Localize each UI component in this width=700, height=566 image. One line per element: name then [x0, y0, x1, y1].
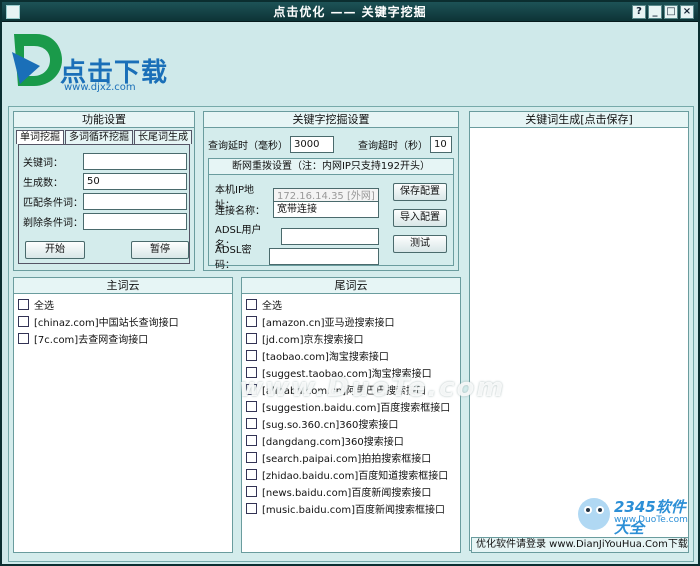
help-button[interactable]: ?	[632, 5, 646, 19]
checkbox[interactable]	[18, 316, 29, 327]
import-config-button[interactable]: 导入配置	[393, 209, 447, 227]
conn-input[interactable]: 宽带连接	[273, 201, 379, 218]
watermark-url: www.DuoTe.com	[614, 515, 688, 525]
mining-settings-panel: 关键字挖掘设置 查询延时（毫秒） 3000 查询超时（秒） 10 断网重拨设置（…	[203, 111, 459, 271]
tail-cloud-item[interactable]: [search.paipai.com]拍拍搜索框接口	[242, 449, 460, 466]
pwd-input[interactable]	[269, 247, 379, 265]
logo-d-icon	[12, 34, 62, 86]
delay-label: 查询延时（毫秒）	[208, 141, 288, 152]
mining-settings-title: 关键字挖掘设置	[204, 112, 458, 128]
checkbox[interactable]	[246, 469, 257, 480]
tail-cloud-item[interactable]: [amazon.cn]亚马逊搜索接口	[242, 313, 460, 330]
test-button[interactable]: 测试	[393, 235, 447, 253]
function-settings-panel: 功能设置 单词挖掘 多词循环挖掘 长尾词生成 关键词： 生成数： 50 匹配条件…	[13, 111, 195, 271]
tail-cloud-item[interactable]: [dangdang.com]360搜索接口	[242, 432, 460, 449]
title-bar[interactable]: 点击优化 —— 关键字挖掘 ? _ □ ×	[2, 2, 698, 22]
function-settings-title: 功能设置	[14, 112, 194, 128]
checkbox[interactable]	[18, 333, 29, 344]
match-input[interactable]	[83, 193, 187, 210]
checkbox[interactable]	[246, 435, 257, 446]
checkbox[interactable]	[246, 299, 257, 310]
tab-long-tail[interactable]: 长尾词生成	[134, 130, 192, 144]
keyword-label: 关键词：	[23, 158, 63, 169]
save-config-button[interactable]: 保存配置	[393, 183, 447, 201]
conn-row: 连接名称： 宽带连接	[215, 201, 379, 218]
count-input[interactable]: 50	[83, 173, 187, 190]
tab-content: 关键词： 生成数： 50 匹配条件词： 剃除条件词： 开始 暂停	[18, 144, 190, 264]
timeout-label: 查询超时（秒）	[358, 141, 428, 152]
checkbox[interactable]	[246, 316, 257, 327]
main-cloud-title: 主词云	[14, 278, 232, 294]
exclude-row: 剃除条件词：	[23, 213, 187, 230]
keyword-input[interactable]	[83, 153, 187, 170]
start-button[interactable]: 开始	[25, 241, 85, 259]
tail-word-cloud: 尾词云 全选 [amazon.cn]亚马逊搜索接口 [jd.com]京东搜索接口…	[241, 277, 461, 553]
keyword-row: 关键词：	[23, 153, 187, 170]
site-watermark: www.DuoTe.com	[239, 373, 506, 403]
checkbox[interactable]	[246, 333, 257, 344]
tail-cloud-item[interactable]: [taobao.com]淘宝搜索接口	[242, 347, 460, 364]
pwd-row: ADSL密码：	[215, 241, 379, 271]
keyword-result-list[interactable]: 关键词生成[点击保存]	[469, 111, 689, 551]
window-controls: ? _ □ ×	[632, 5, 694, 19]
header-banner: 点击下载 www.djxz.com	[2, 22, 698, 102]
checkbox[interactable]	[246, 452, 257, 463]
count-label: 生成数：	[23, 178, 63, 189]
checkbox[interactable]	[18, 299, 29, 310]
tail-cloud-title: 尾词云	[242, 278, 460, 294]
checkbox[interactable]	[246, 503, 257, 514]
exclude-input[interactable]	[83, 213, 187, 230]
tail-cloud-item[interactable]: [music.baidu.com]百度新闻搜索框接口	[242, 500, 460, 517]
maximize-button[interactable]: □	[664, 5, 678, 19]
count-row: 生成数： 50	[23, 173, 187, 190]
match-label: 匹配条件词：	[23, 198, 83, 209]
tail-cloud-item[interactable]: [sug.so.360.cn]360搜索接口	[242, 415, 460, 432]
checkbox[interactable]	[246, 486, 257, 497]
tab-single-word[interactable]: 单词挖掘	[16, 130, 64, 144]
function-tabs: 单词挖掘 多词循环挖掘 长尾词生成	[16, 130, 193, 144]
tail-cloud-item[interactable]: [news.baidu.com]百度新闻搜索接口	[242, 483, 460, 500]
delay-input[interactable]: 3000	[290, 136, 334, 153]
checkbox[interactable]	[246, 418, 257, 429]
exclude-label: 剃除条件词：	[23, 218, 83, 229]
app-window: 点击优化 —— 关键字挖掘 ? _ □ × 点击下载 www.djxz.com …	[0, 0, 700, 566]
tail-cloud-item[interactable]: [zhidao.baidu.com]百度知道搜索框接口	[242, 466, 460, 483]
pause-button[interactable]: 暂停	[131, 241, 189, 259]
timeout-input[interactable]: 10	[430, 136, 452, 153]
keyword-result-title[interactable]: 关键词生成[点击保存]	[470, 112, 688, 128]
logo-url: www.djxz.com	[64, 82, 136, 93]
download-link[interactable]: 优化软件请登录 www.DianJiYouHua.Com下载使	[471, 537, 689, 553]
pwd-label: ADSL密码：	[215, 245, 252, 271]
window-title: 点击优化 —— 关键字挖掘	[273, 5, 427, 19]
match-row: 匹配条件词：	[23, 193, 187, 210]
main-cloud-item[interactable]: [7c.com]去查网查询接口	[14, 330, 232, 347]
close-button[interactable]: ×	[680, 5, 694, 19]
app-icon[interactable]	[6, 5, 20, 19]
tail-cloud-item[interactable]: 全选	[242, 296, 460, 313]
delay-row: 查询延时（毫秒） 3000	[208, 136, 334, 153]
main-cloud-item[interactable]: [chinaz.com]中国站长查询接口	[14, 313, 232, 330]
tab-multi-word[interactable]: 多词循环挖掘	[65, 130, 133, 144]
checkbox[interactable]	[246, 350, 257, 361]
main-word-cloud: 主词云 全选 [chinaz.com]中国站长查询接口 [7c.com]去查网查…	[13, 277, 233, 553]
tail-cloud-item[interactable]: [jd.com]京东搜索接口	[242, 330, 460, 347]
conn-label: 连接名称：	[215, 206, 265, 217]
redial-title: 断网重拨设置（注：内网IP只支持192开头）	[209, 159, 453, 175]
minimize-button[interactable]: _	[648, 5, 662, 19]
main-cloud-item[interactable]: 全选	[14, 296, 232, 313]
redial-groupbox: 断网重拨设置（注：内网IP只支持192开头） 本机IP地址： 172.16.14…	[208, 158, 454, 271]
timeout-row: 查询超时（秒） 10	[358, 136, 452, 153]
